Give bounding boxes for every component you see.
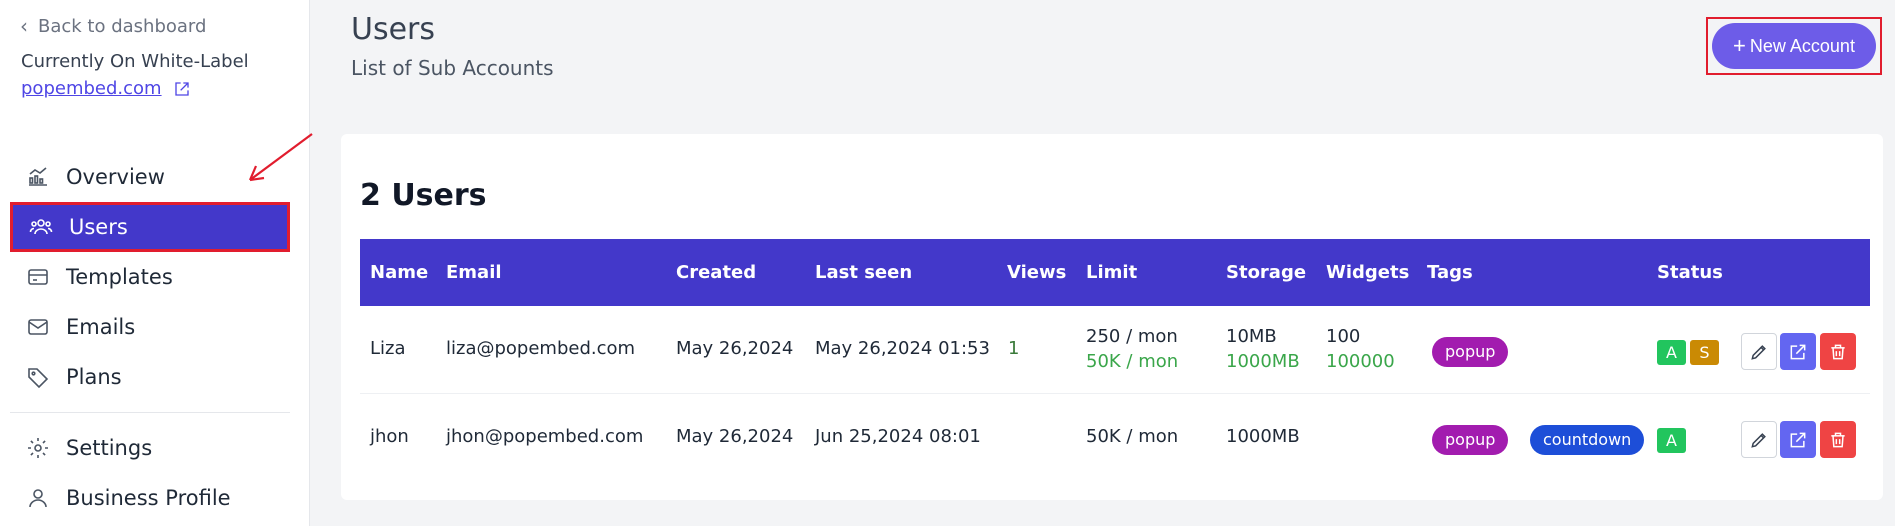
cell-views: 1 <box>1008 338 1020 359</box>
white-label-domain: popembed.com <box>21 78 162 99</box>
edit-button[interactable] <box>1741 333 1777 370</box>
sidebar-item-business-profile[interactable]: Business Profile <box>10 473 290 523</box>
cell-email: liza@popembed.com <box>446 338 636 359</box>
sidebar-item-users[interactable]: Users <box>10 202 290 252</box>
cell-created: May 26,2024 <box>676 426 794 447</box>
delete-button[interactable] <box>1820 421 1856 458</box>
sidebar-item-settings[interactable]: Settings <box>10 423 290 473</box>
column-header: Views <box>1007 262 1067 283</box>
new-account-highlight: + New Account <box>1706 17 1882 75</box>
back-label: Back to dashboard <box>38 15 207 37</box>
status-badge: S <box>1690 340 1719 365</box>
user-icon <box>29 489 47 508</box>
cell-created: May 26,2024 <box>676 338 794 359</box>
white-label-text: Currently On White-Label <box>21 51 249 72</box>
cell-storage-total: 1000MB <box>1226 426 1300 447</box>
tag-icon <box>28 368 49 389</box>
sidebar: ‹ Back to dashboard Currently On White-L… <box>0 0 310 526</box>
users-icon <box>29 219 53 235</box>
white-label-link[interactable]: popembed.com <box>21 78 190 99</box>
sidebar-item-label: Overview <box>66 165 165 189</box>
open-account-button[interactable] <box>1780 421 1816 458</box>
status-badge: A <box>1657 428 1686 453</box>
column-header: Email <box>446 262 502 283</box>
sidebar-item-emails[interactable]: Emails <box>10 302 290 352</box>
pencil-icon <box>1751 432 1766 448</box>
external-link-icon <box>1790 432 1806 447</box>
cell-storage-total: 1000MB <box>1226 351 1300 372</box>
column-header: Name <box>370 262 429 283</box>
edit-button[interactable] <box>1741 421 1777 458</box>
page-title: Users <box>351 12 436 47</box>
status-badge: A <box>1657 340 1686 365</box>
cell-last-seen: Jun 25,2024 08:01 <box>815 426 981 447</box>
tag-badge: popup <box>1432 425 1509 455</box>
plus-icon: + <box>1733 33 1746 58</box>
cell-widgets-used: 100 <box>1326 326 1361 347</box>
cell-widgets-total: 100000 <box>1326 351 1395 372</box>
tag-badge: popup <box>1432 337 1509 367</box>
cell-last-seen: May 26,2024 01:53 <box>815 338 990 359</box>
trash-icon <box>1831 344 1845 359</box>
back-to-dashboard-link[interactable]: ‹ Back to dashboard <box>20 14 206 38</box>
chevron-left-icon: ‹ <box>20 14 28 38</box>
cell-name: Liza <box>370 338 406 359</box>
sidebar-item-templates[interactable]: Templates <box>10 252 290 302</box>
sidebar-item-label: Emails <box>66 315 136 339</box>
users-count-title: 2 Users <box>360 178 487 213</box>
sidebar-item-label: Users <box>69 215 128 239</box>
users-card: 2 Users Name Email Created Last seen Vie… <box>341 134 1883 500</box>
cell-email: jhon@popembed.com <box>446 426 644 447</box>
delete-button[interactable] <box>1820 333 1856 370</box>
column-header: Status <box>1657 262 1723 283</box>
sidebar-item-plans[interactable]: Plans <box>10 352 290 402</box>
mail-icon <box>28 319 48 335</box>
cell-limit-total: 50K / mon <box>1086 351 1179 372</box>
cell-limit-used: 250 / mon <box>1086 326 1178 347</box>
chart-icon <box>29 167 47 186</box>
open-account-button[interactable] <box>1780 333 1816 370</box>
cell-limit-total: 50K / mon <box>1086 426 1179 447</box>
new-account-button[interactable]: + New Account <box>1712 23 1876 69</box>
column-header: Created <box>676 262 757 283</box>
pencil-icon <box>1751 344 1766 360</box>
new-account-label: New Account <box>1749 35 1855 56</box>
cell-name: jhon <box>370 426 409 447</box>
sidebar-item-label: Templates <box>66 265 173 289</box>
table-row: Liza liza@popembed.com May 26,2024 May 2… <box>360 306 1870 394</box>
column-header: Last seen <box>815 262 913 283</box>
sidebar-item-label: Settings <box>66 436 153 460</box>
column-header: Tags <box>1427 262 1473 283</box>
column-header: Storage <box>1226 262 1307 283</box>
tag-badge: countdown <box>1530 425 1645 455</box>
table-header: Name Email Created Last seen Views Limit… <box>360 239 1870 306</box>
sidebar-item-label: Business Profile <box>66 486 231 510</box>
sidebar-item-label: Plans <box>66 365 122 389</box>
cell-storage-used: 10MB <box>1226 326 1277 347</box>
trash-icon <box>1831 432 1845 447</box>
annotation-arrow <box>248 133 313 182</box>
external-link-icon <box>174 81 189 96</box>
column-header: Limit <box>1086 262 1138 283</box>
table-row: jhon jhon@popembed.com May 26,2024 Jun 2… <box>360 394 1870 482</box>
external-link-icon <box>1790 344 1806 359</box>
card-icon <box>28 269 48 285</box>
gear-icon <box>28 438 48 458</box>
page-subtitle: List of Sub Accounts <box>351 56 554 80</box>
sidebar-divider <box>10 412 290 413</box>
column-header: Widgets <box>1326 262 1410 283</box>
